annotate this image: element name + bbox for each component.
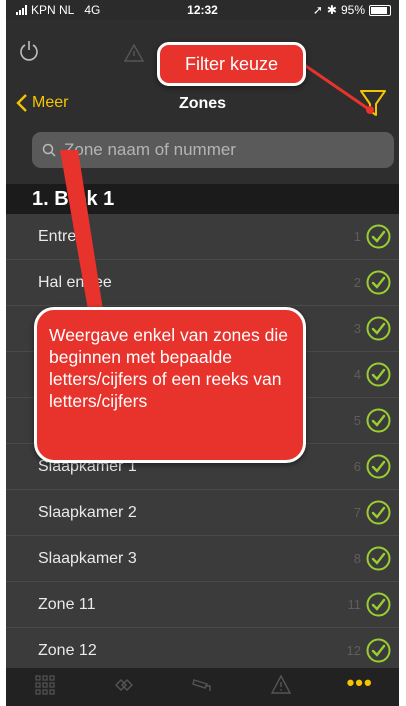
- zone-number: 6: [353, 459, 361, 474]
- tab-warning[interactable]: [242, 668, 321, 706]
- link-icon: [113, 674, 135, 701]
- bluetooth-icon: ✱: [326, 3, 337, 17]
- search-bar: [6, 128, 399, 184]
- zone-row[interactable]: Slaapkamer 2 7: [6, 490, 399, 536]
- power-icon[interactable]: [18, 40, 40, 62]
- zone-number: 1: [353, 229, 361, 244]
- check-circle-icon: [366, 454, 391, 479]
- filter-callout: Filter keuze: [157, 42, 306, 86]
- search-icon: [42, 143, 56, 157]
- zone-row[interactable]: Hal entree 2: [6, 260, 399, 306]
- more-dots-icon: •••: [346, 670, 373, 695]
- check-circle-icon: [366, 638, 391, 663]
- zone-row[interactable]: Entree 1: [6, 214, 399, 260]
- check-circle-icon: [366, 224, 391, 249]
- tab-link[interactable]: [85, 668, 164, 706]
- zone-name: Zone 11: [38, 595, 96, 613]
- check-circle-icon: [366, 500, 391, 525]
- status-bar: KPN NL 4G 12:32 ➚ ✱ 95%: [6, 0, 399, 20]
- check-circle-icon: [366, 362, 391, 387]
- check-circle-icon: [366, 592, 391, 617]
- zone-row[interactable]: Zone 11 11: [6, 582, 399, 628]
- alert-icon: [124, 44, 144, 62]
- section-header: 1. Blok 1: [6, 184, 399, 214]
- warning-icon: [270, 674, 292, 701]
- tab-more-dots[interactable]: •••: [320, 668, 399, 706]
- filter-icon[interactable]: [359, 88, 387, 118]
- check-circle-icon: [366, 546, 391, 571]
- zone-number: 5: [353, 413, 361, 428]
- tab-grid[interactable]: [6, 668, 85, 706]
- zone-number: 12: [346, 643, 361, 658]
- battery-percent: 95%: [340, 3, 365, 17]
- zones-callout: Weergave enkel van zones die beginnen me…: [34, 307, 306, 463]
- search-field[interactable]: [32, 132, 394, 168]
- tab-bar: •••: [6, 668, 399, 706]
- zone-row[interactable]: Slaapkamer 3 8: [6, 536, 399, 582]
- camera-icon: [191, 674, 213, 701]
- check-circle-icon: [366, 270, 391, 295]
- zone-name: Slaapkamer 2: [38, 503, 137, 521]
- zone-name: Slaapkamer 3: [38, 549, 137, 567]
- tab-camera[interactable]: [163, 668, 242, 706]
- search-input[interactable]: [62, 139, 366, 161]
- check-circle-icon: [366, 316, 391, 341]
- zone-number: 4: [353, 367, 361, 382]
- zone-number: 3: [353, 321, 361, 336]
- zone-number: 7: [353, 505, 361, 520]
- zone-number: 2: [353, 275, 361, 290]
- grid-icon: [34, 674, 56, 701]
- zone-name: Hal entree: [38, 273, 112, 291]
- page-title: Zones: [178, 95, 227, 112]
- zone-name: Zone 12: [38, 641, 97, 659]
- check-circle-icon: [366, 408, 391, 433]
- zone-name: Entree: [38, 227, 86, 245]
- battery-fill: [371, 6, 388, 14]
- zone-number: 11: [347, 597, 362, 612]
- zone-number: 8: [353, 551, 361, 566]
- location-icon: ➚: [312, 3, 323, 17]
- battery-icon: [369, 4, 391, 16]
